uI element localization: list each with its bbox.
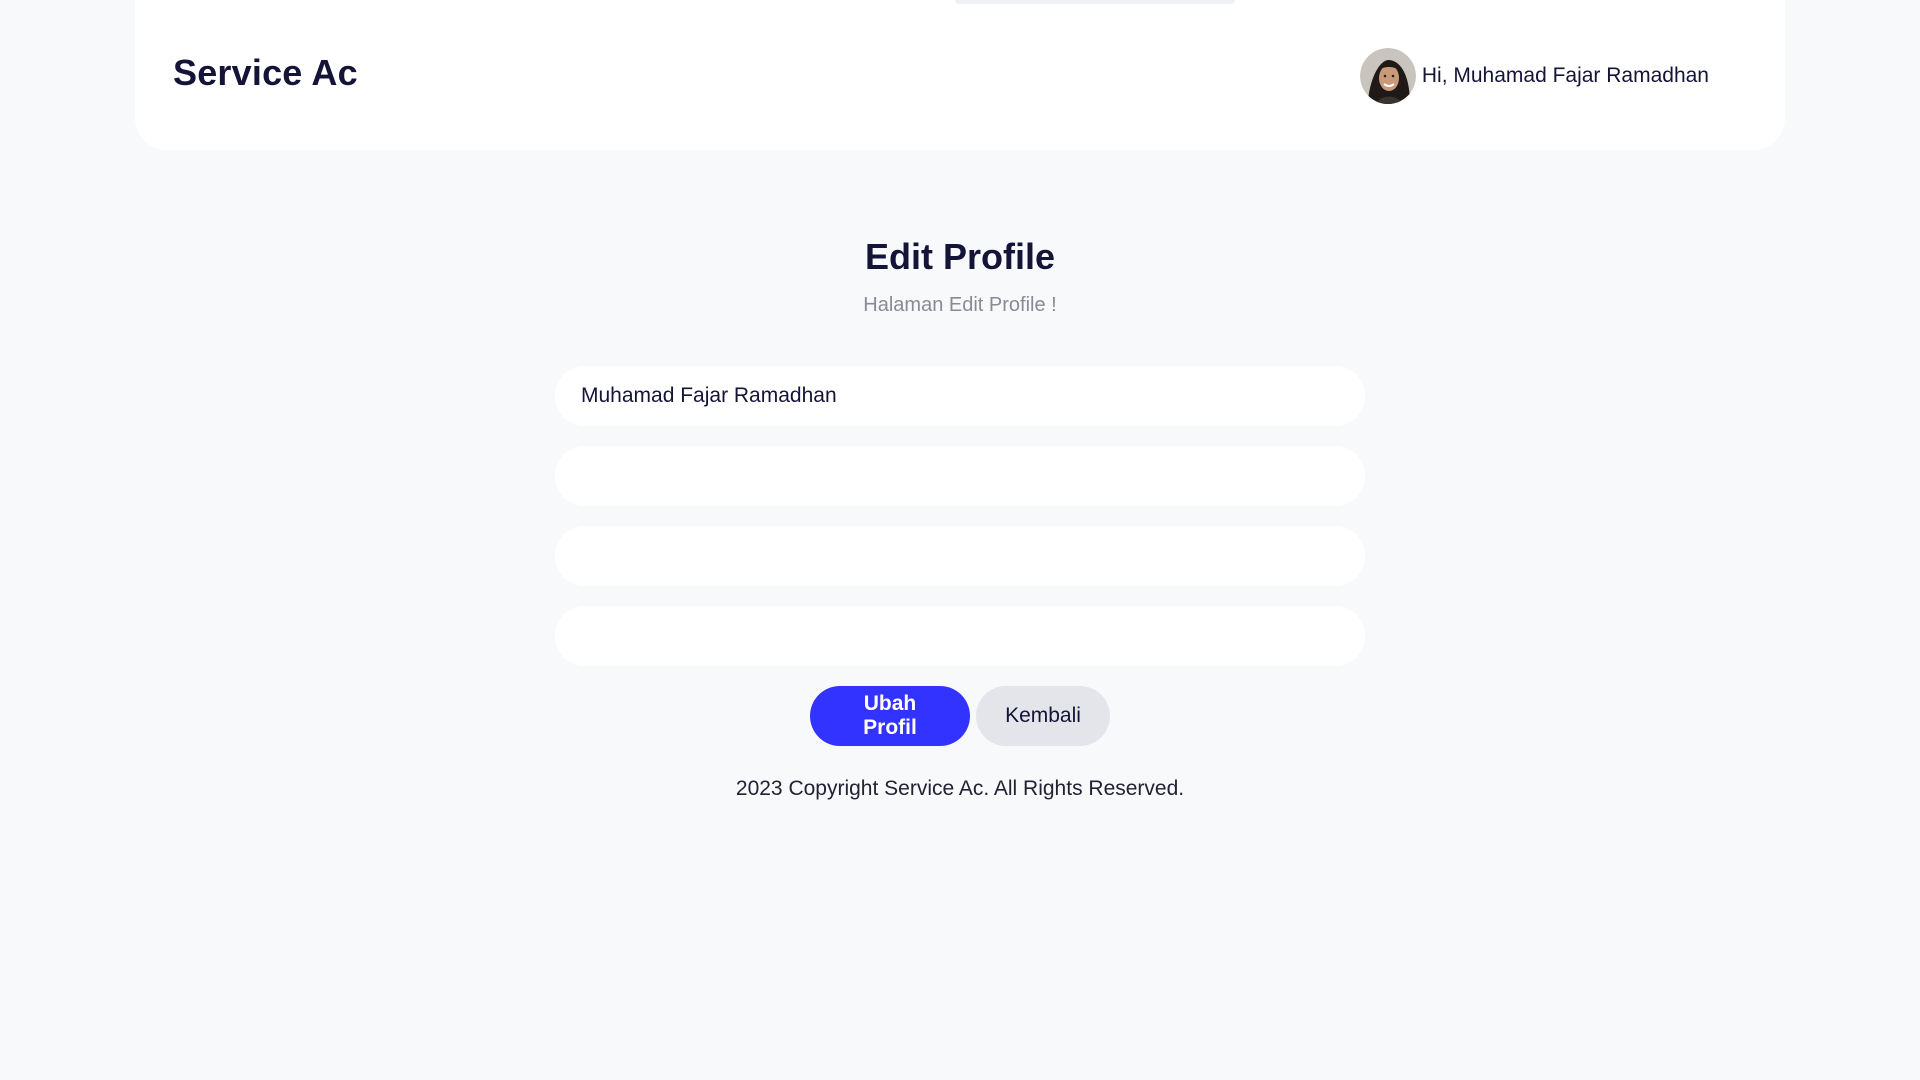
profile-field-2[interactable] xyxy=(555,446,1365,506)
navbar-notch xyxy=(955,0,1235,4)
name-input[interactable] xyxy=(555,366,1365,426)
footer-copyright: 2023 Copyright Service Ac. All Rights Re… xyxy=(735,777,1185,800)
page-title: Edit Profile xyxy=(864,236,1056,277)
page-subtitle: Halaman Edit Profile ! xyxy=(863,294,1057,316)
top-navbar: Service Ac Hi, Muhamad Fajar Ramadhan xyxy=(135,0,1785,150)
update-profile-button[interactable]: Ubah Profil xyxy=(810,686,970,746)
brand-logo-text[interactable]: Service Ac xyxy=(173,52,358,94)
avatar[interactable] xyxy=(1359,48,1416,104)
profile-field-3[interactable] xyxy=(555,526,1365,586)
user-greeting[interactable]: Hi, Muhamad Fajar Ramadhan xyxy=(1422,64,1709,88)
main-content: Edit Profile Halaman Edit Profile ! Ubah… xyxy=(0,150,1920,746)
back-button[interactable]: Kembali xyxy=(976,686,1110,746)
edit-profile-form: Ubah Profil Kembali xyxy=(555,366,1365,746)
user-menu[interactable]: Hi, Muhamad Fajar Ramadhan xyxy=(1359,48,1709,104)
profile-field-4[interactable] xyxy=(555,606,1365,666)
user-avatar-icon xyxy=(1359,48,1416,104)
form-actions: Ubah Profil Kembali xyxy=(555,686,1365,746)
